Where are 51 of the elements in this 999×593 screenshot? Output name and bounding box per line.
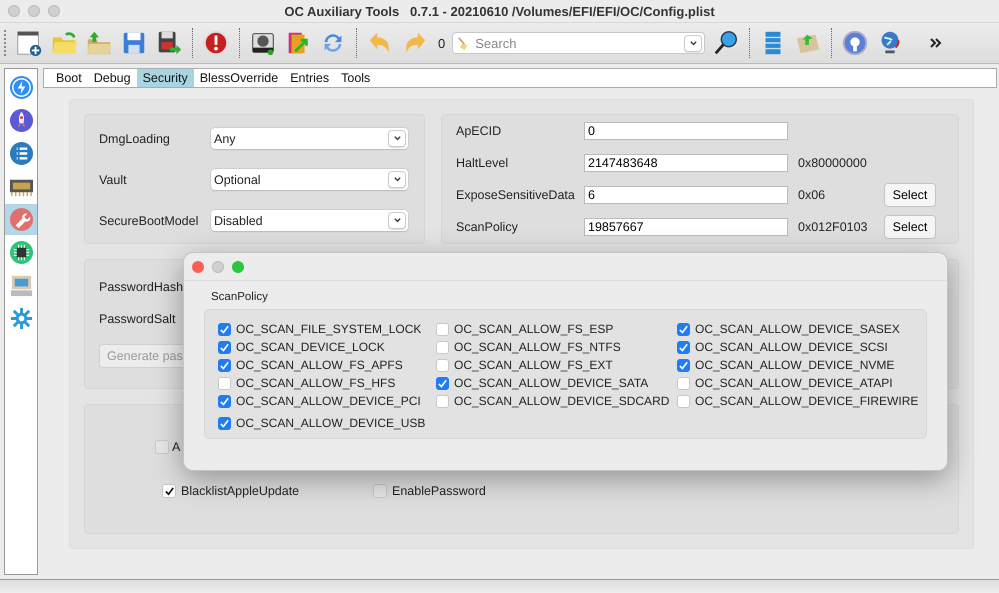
counter-label: 0 [438, 36, 446, 50]
field-label: PasswordSalt [99, 312, 176, 326]
select-button[interactable]: Select [884, 182, 936, 207]
field-label: SecureBootModel [99, 214, 200, 228]
checkbox-label: A [172, 440, 180, 454]
checkbox-label: OC_SCAN_ALLOW_FS_HFS [236, 376, 396, 390]
checkbox-label: EnablePassword [392, 484, 486, 498]
input-field[interactable]: 2147483648 [584, 154, 788, 172]
checkbox-label: OC_SCAN_ALLOW_DEVICE_SDCARD [454, 394, 670, 408]
select-button[interactable]: Select [884, 214, 936, 239]
field-label: ExposeSensitiveData [456, 188, 576, 202]
hex-value: 0x80000000 [798, 156, 868, 170]
checkbox-label: OC_SCAN_DEVICE_LOCK [236, 340, 385, 354]
field-label: HaltLevel [456, 156, 510, 170]
checkbox-label: OC_SCAN_ALLOW_DEVICE_PCI [236, 394, 421, 408]
dropdown[interactable]: Disabled [211, 210, 408, 231]
checkbox-label: OC_SCAN_ALLOW_DEVICE_USB [236, 416, 426, 430]
input-field[interactable]: 19857667 [584, 218, 788, 236]
checkbox-label: OC_SCAN_ALLOW_DEVICE_SCSI [695, 340, 888, 354]
dropdown[interactable]: Optional [211, 169, 408, 190]
tab[interactable]: Entries [284, 69, 336, 87]
checkbox-label: OC_SCAN_ALLOW_FS_APFS [236, 358, 403, 372]
input-field[interactable]: 6 [584, 186, 788, 204]
checkbox-label: OC_SCAN_ALLOW_DEVICE_NVME [695, 358, 894, 372]
tab[interactable]: Debug [88, 69, 137, 87]
tab[interactable]: BlessOverride [194, 69, 284, 87]
tab[interactable]: Boot [50, 69, 88, 87]
field-label: ApECID [456, 124, 502, 138]
dropdown[interactable]: Any [211, 128, 408, 149]
field-label: PasswordHash [99, 280, 184, 294]
tab[interactable]: Tools [335, 69, 376, 87]
checkbox-label: OC_SCAN_ALLOW_DEVICE_SATA [454, 376, 648, 390]
search-field[interactable]: Search [475, 36, 680, 50]
checkbox-label: OC_SCAN_ALLOW_FS_EXT [454, 358, 613, 372]
field-label: ScanPolicy [456, 220, 519, 234]
checkbox-label: OC_SCAN_ALLOW_FS_NTFS [454, 340, 621, 354]
checkbox-label: BlacklistAppleUpdate [181, 484, 300, 498]
checkbox-label: OC_SCAN_ALLOW_DEVICE_SASEX [695, 322, 900, 336]
search-combo-box[interactable]: Search [452, 32, 706, 54]
hex-value: 0x012F0103 [798, 220, 869, 234]
checkbox-label: OC_SCAN_ALLOW_FS_ESP [454, 322, 614, 336]
field-label: Vault [99, 172, 128, 186]
group-title: ScanPolicy [211, 291, 269, 303]
input-field[interactable]: 0 [584, 122, 788, 140]
checkbox-label: OC_SCAN_FILE_SYSTEM_LOCK [236, 322, 422, 336]
checkbox-label: OC_SCAN_ALLOW_DEVICE_FIREWIRE [695, 394, 918, 408]
field-label: DmgLoading [99, 132, 171, 146]
hex-value: 0x06 [798, 188, 826, 202]
checkbox-label: OC_SCAN_ALLOW_DEVICE_ATAPI [695, 376, 893, 390]
tab[interactable]: Security [136, 69, 194, 87]
window-title: OC Auxiliary Tools 0.7.1 - 20210610 /Volumes/EFI/EFI/OC/Config.plist [283, 4, 716, 18]
